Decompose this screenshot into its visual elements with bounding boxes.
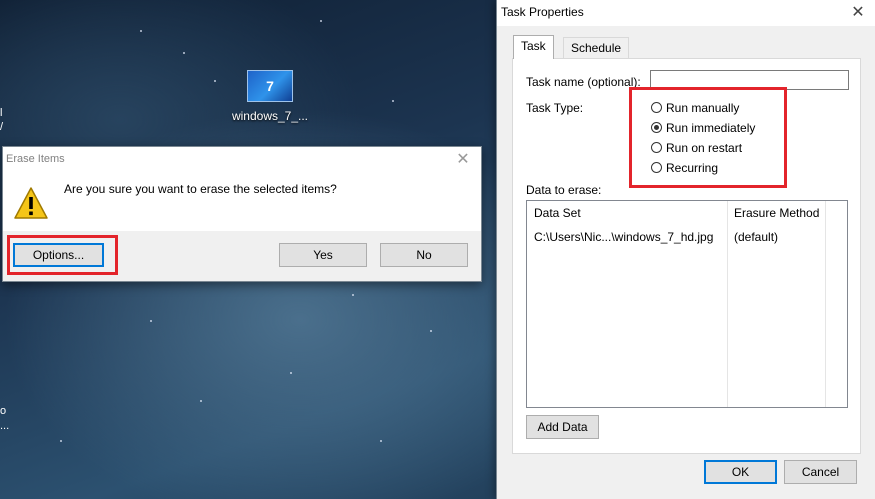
desktop-edge-text: ... xyxy=(0,420,10,432)
radio-label: Run immediately xyxy=(666,121,756,135)
erase-items-dialog: Erase Items ✕ Are you sure you want to e… xyxy=(2,146,482,282)
column-header-erasure-method[interactable]: Erasure Method xyxy=(734,206,819,220)
image-file-icon: 7 xyxy=(247,70,293,102)
radio-label: Recurring xyxy=(666,161,719,175)
data-list[interactable]: Data Set Erasure Method C:\Users\Nic...\… xyxy=(526,200,848,408)
close-icon[interactable]: ✕ xyxy=(844,1,872,25)
task-name-input[interactable] xyxy=(650,70,849,90)
yes-button[interactable]: Yes xyxy=(279,243,367,267)
erase-dialog-titlebar[interactable]: Erase Items ✕ xyxy=(3,147,481,173)
desktop-icon-windows7[interactable]: 7 windows_7_... xyxy=(230,70,310,123)
column-divider xyxy=(727,201,728,407)
desktop-edge-text: l xyxy=(0,107,3,119)
ok-button[interactable]: OK xyxy=(704,460,777,484)
options-button[interactable]: Options... xyxy=(13,243,104,267)
cell-data-set: C:\Users\Nic...\windows_7_hd.jpg xyxy=(534,230,714,244)
column-header-data-set[interactable]: Data Set xyxy=(534,206,581,220)
data-to-erase-label: Data to erase: xyxy=(526,183,602,197)
erase-confirm-message: Are you sure you want to erase the selec… xyxy=(64,182,337,196)
desktop-icon-label: windows_7_... xyxy=(231,109,309,123)
radio-button[interactable] xyxy=(651,122,662,133)
warning-icon xyxy=(14,187,48,219)
task-dialog-titlebar[interactable]: Task Properties ✕ xyxy=(497,0,875,26)
radio-button[interactable] xyxy=(651,162,662,173)
add-data-button[interactable]: Add Data xyxy=(526,415,599,439)
task-name-label: Task name (optional): xyxy=(526,75,641,89)
close-icon[interactable]: ✕ xyxy=(449,148,477,172)
radio-button[interactable] xyxy=(651,102,662,113)
cancel-button[interactable]: Cancel xyxy=(784,460,857,484)
radio-label: Run on restart xyxy=(666,141,743,155)
radio-label: Run manually xyxy=(666,101,740,115)
erase-dialog-title: Erase Items xyxy=(6,153,65,165)
no-button[interactable]: No xyxy=(380,243,468,267)
tab-schedule[interactable]: Schedule xyxy=(563,37,630,58)
desktop-edge-text: o xyxy=(0,405,7,417)
radio-button[interactable] xyxy=(651,142,662,153)
column-divider xyxy=(825,201,826,407)
task-type-label: Task Type: xyxy=(526,101,584,115)
task-dialog-title: Task Properties xyxy=(501,5,584,19)
erase-dialog-footer: Options... Yes No xyxy=(3,231,481,281)
cell-erasure-method: (default) xyxy=(734,230,779,244)
desktop-edge-text: / xyxy=(0,121,4,133)
tab-task[interactable]: Task xyxy=(513,35,554,59)
